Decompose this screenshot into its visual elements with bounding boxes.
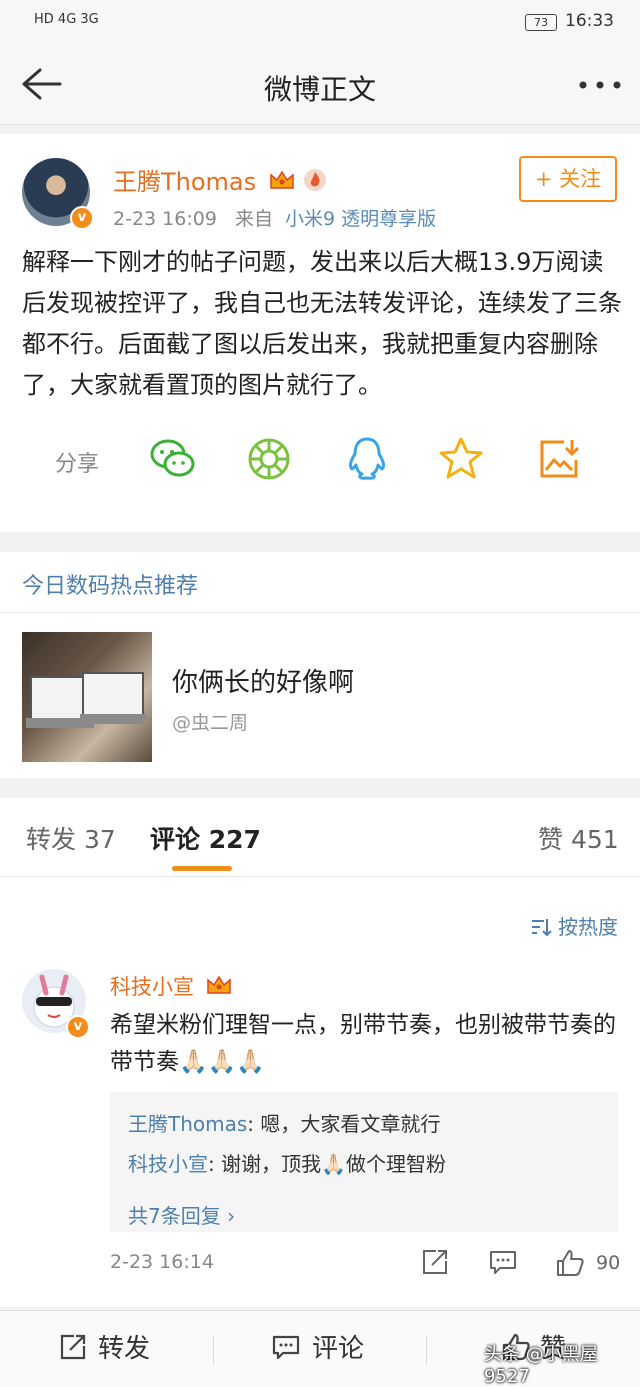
post-username[interactable]: 王腾Thomas bbox=[113, 162, 327, 197]
network-indicators: HD 4G 3G bbox=[34, 12, 99, 27]
qq-icon[interactable] bbox=[342, 434, 392, 484]
like-count: 90 bbox=[596, 1252, 621, 1274]
repost-icon bbox=[60, 1334, 86, 1360]
reply-text: : 嗯，大家看文章就行 bbox=[247, 1112, 441, 1136]
page-title: 微博正文 bbox=[263, 73, 376, 106]
navigation-bar: 微博正文 bbox=[0, 46, 640, 125]
follow-button[interactable]: + 关注 bbox=[519, 156, 617, 202]
fire-badge-icon bbox=[304, 169, 327, 191]
watermark: 头条 @小黑屋9527 bbox=[484, 1344, 598, 1387]
tab-repost[interactable]: 转发 37 bbox=[26, 820, 116, 856]
repost-icon[interactable] bbox=[420, 1247, 450, 1277]
sort-label: 按热度 bbox=[558, 915, 618, 939]
moments-icon[interactable] bbox=[244, 434, 294, 484]
interaction-tabs: 转发 37 评论 227 赞 451 bbox=[0, 798, 640, 877]
comment-username-text: 科技小宣 bbox=[110, 975, 194, 999]
repost-label: 转发 bbox=[98, 1334, 151, 1364]
save-image-icon[interactable] bbox=[534, 434, 584, 484]
active-tab-indicator bbox=[172, 866, 232, 871]
status-bar: HD 4G 3G 73 16:33 bbox=[0, 0, 640, 46]
comment-icon bbox=[272, 1335, 300, 1360]
reply-preview[interactable]: 王腾Thomas: 嗯，大家看文章就行 科技小宣: 谢谢，顶我🙏🏻做个理智粉 共… bbox=[110, 1092, 618, 1232]
tab-comment[interactable]: 评论 227 bbox=[150, 820, 261, 856]
recommendation-author: @虫二周 bbox=[172, 712, 249, 734]
recommendation-headline[interactable]: 你俩长的好像啊 bbox=[172, 662, 354, 699]
recommendation-card[interactable]: 今日数码热点推荐 你俩长的好像啊 @虫二周 bbox=[0, 552, 640, 778]
recommendation-thumbnail[interactable] bbox=[22, 632, 152, 762]
sort-icon bbox=[531, 919, 552, 937]
favorite-star-icon[interactable] bbox=[436, 434, 486, 484]
comments-section: 按热度 v 科技小宣 希望米粉们理智一点，别带节奏，也别被带节奏的带节奏🙏🏻🙏🏻… bbox=[0, 877, 640, 1307]
more-dots-icon[interactable] bbox=[578, 80, 622, 90]
post-source[interactable]: 小米9 透明尊享版 bbox=[285, 208, 436, 230]
post-date: 2-23 16:09 bbox=[113, 208, 217, 230]
divider bbox=[213, 1335, 214, 1365]
post-card: v 王腾Thomas 2-23 16:09 来自 小米9 透明尊享版 + 关注 … bbox=[0, 134, 640, 532]
clock: 16:33 bbox=[565, 11, 614, 31]
tab-like[interactable]: 赞 451 bbox=[538, 820, 619, 856]
divider bbox=[426, 1335, 427, 1365]
comment-icon[interactable] bbox=[488, 1247, 518, 1277]
source-prefix: 来自 bbox=[234, 208, 273, 230]
comment-button[interactable]: 评论 bbox=[270, 1311, 364, 1387]
wechat-icon[interactable] bbox=[148, 434, 198, 484]
comment-username[interactable]: 科技小宣 bbox=[110, 971, 233, 1001]
verified-badge-icon: v bbox=[70, 206, 94, 230]
verified-badge-icon: v bbox=[66, 1015, 90, 1039]
crown-icon bbox=[270, 170, 294, 189]
battery-indicator: 73 bbox=[525, 14, 557, 31]
share-label: 分享 bbox=[55, 452, 100, 477]
repost-button[interactable]: 转发 bbox=[58, 1311, 150, 1387]
sort-by-hot-button[interactable]: 按热度 bbox=[530, 911, 618, 940]
post-meta: 2-23 16:09 来自 小米9 透明尊享版 bbox=[113, 204, 436, 231]
comment-label: 评论 bbox=[312, 1334, 365, 1364]
crown-icon bbox=[206, 975, 231, 994]
reply-text: : 谢谢，顶我🙏🏻做个理智粉 bbox=[208, 1152, 446, 1176]
recommendation-title[interactable]: 今日数码热点推荐 bbox=[22, 568, 198, 600]
comment-time: 2-23 16:14 bbox=[110, 1251, 214, 1273]
divider bbox=[0, 612, 640, 613]
like-thumb-icon[interactable] bbox=[554, 1247, 586, 1279]
reply-author[interactable]: 科技小宣 bbox=[128, 1152, 208, 1176]
reply-author[interactable]: 王腾Thomas bbox=[128, 1112, 247, 1136]
reply-item: 科技小宣: 谢谢，顶我🙏🏻做个理智粉 bbox=[128, 1148, 446, 1177]
post-body: 解释一下刚才的帖子问题，发出来以后大概13.9万阅读后发现被控评了，我自己也无法… bbox=[22, 248, 622, 399]
username-text: 王腾Thomas bbox=[113, 168, 257, 196]
view-all-replies-link[interactable]: 共7条回复 › bbox=[128, 1200, 235, 1229]
comment-text: 希望米粉们理智一点，别带节奏，也别被带节奏的带节奏🙏🏻🙏🏻🙏🏻 bbox=[110, 1012, 616, 1075]
reply-item: 王腾Thomas: 嗯，大家看文章就行 bbox=[128, 1108, 440, 1137]
